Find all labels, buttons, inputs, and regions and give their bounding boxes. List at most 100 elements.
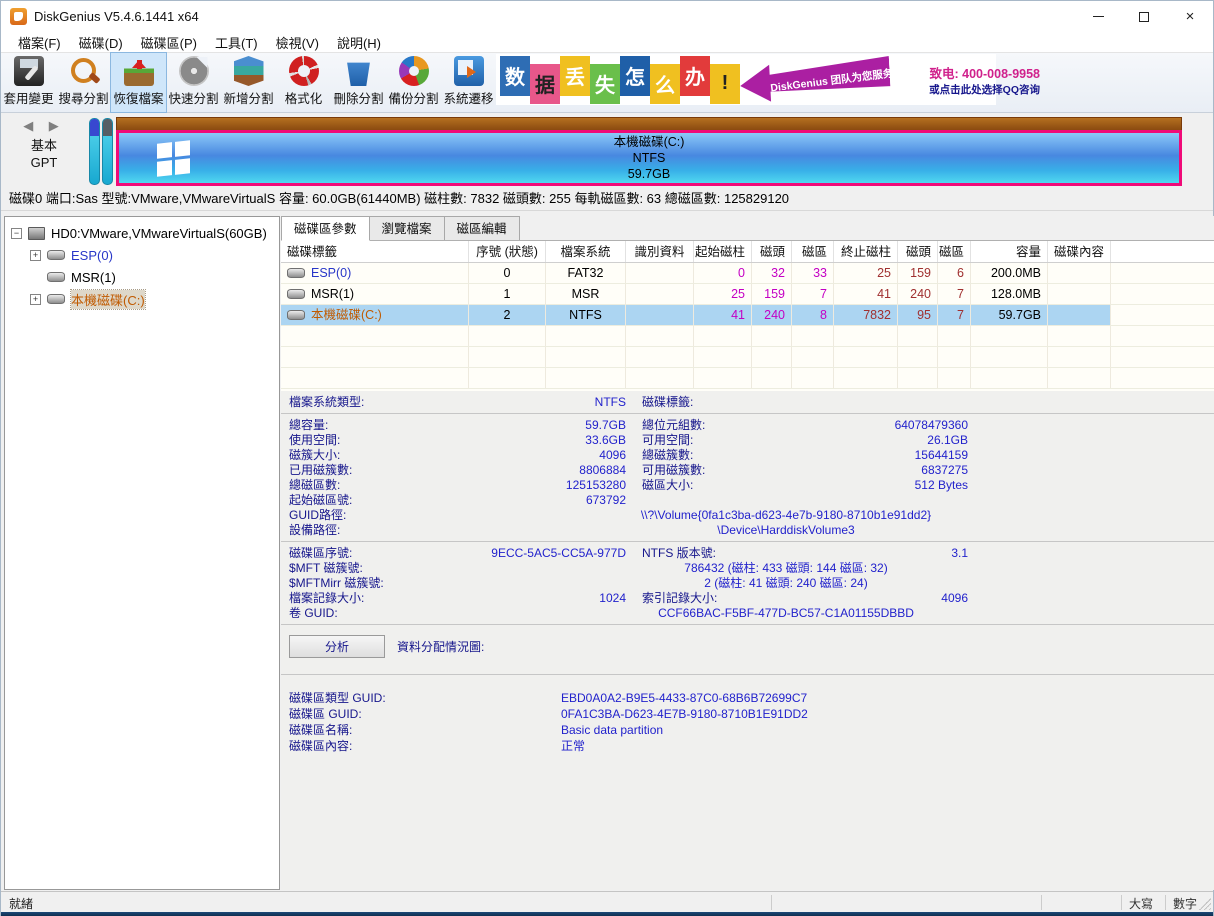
system-migrate-button[interactable]: 系統遷移 — [441, 53, 496, 112]
cell-sc: 25 — [694, 284, 752, 304]
detail-row: 總磁區數:125153280磁區大小:512 Bytes — [281, 478, 1214, 493]
empty-cell — [752, 368, 792, 388]
collapse-icon[interactable]: − — [11, 228, 22, 239]
format-button[interactable]: 格式化 — [276, 53, 331, 112]
empty-cell — [469, 368, 546, 388]
details-section-guid: 磁碟區類型 GUID:EBD0A0A2-B9E5-4433-87C0-68B6B… — [281, 675, 1214, 754]
cell-ec: 25 — [834, 263, 898, 283]
menu-item-3[interactable]: 工具(T) — [206, 31, 267, 54]
analyze-button[interactable]: 分析 — [289, 635, 385, 658]
new-partition-button[interactable]: 新增分割 — [221, 53, 276, 112]
recover-files-button[interactable]: 恢復檔案 — [111, 53, 166, 112]
partition-bar-c[interactable]: 本機磁碟(C:) NTFS 59.7GB — [116, 130, 1182, 186]
delete-partition-button[interactable]: 刪除分割 — [331, 53, 386, 112]
disk-strip[interactable] — [116, 117, 1182, 131]
detail-row: $MFT 磁簇號:786432 (磁柱: 433 磁頭: 144 磁區: 32) — [281, 561, 1214, 576]
menu-item-4[interactable]: 檢視(V) — [267, 31, 328, 54]
expand-icon[interactable]: + — [30, 294, 41, 305]
menu-item-0[interactable]: 檔案(F) — [9, 31, 70, 54]
tree-item-local-c[interactable]: +本機磁碟(C:) — [5, 288, 279, 310]
column-header[interactable]: 磁碟標籤 — [281, 241, 469, 262]
table-row-local-c[interactable]: 本機磁碟(C:)2NTFS412408783295759.7GB — [281, 305, 1214, 326]
detail-label: 磁碟區序號: — [281, 546, 451, 561]
ad-qq-link[interactable]: 或点击此处选择QQ咨询 — [890, 82, 1040, 97]
detail-row: 磁碟區名稱:Basic data partition — [281, 722, 1214, 738]
backup-partition-button[interactable]: 備份分割 — [386, 53, 441, 112]
empty-cell — [938, 326, 971, 346]
column-header[interactable]: 磁頭 — [752, 241, 792, 262]
disk-nav-arrows[interactable]: ◀ ▶ — [1, 118, 87, 134]
search-partition-button[interactable]: 搜尋分割 — [56, 53, 111, 112]
table-empty-row — [281, 368, 1214, 389]
details-section-capacity: 總容量:59.7GB總位元組數:64078479360使用空間:33.6GB可用… — [281, 414, 1214, 542]
detail-row: 檔案系統類型:NTFS磁碟標籤: — [281, 395, 1214, 410]
empty-cell — [281, 368, 469, 388]
tree-item-msr[interactable]: MSR(1) — [5, 266, 279, 288]
cell-sc: 41 — [694, 305, 752, 325]
tree-item-disk-hd0[interactable]: −HD0:VMware,VMwareVirtualS(60GB) — [5, 222, 279, 244]
disk-type-label: 基本 — [1, 137, 87, 154]
partition-fs: NTFS — [119, 150, 1179, 166]
empty-cell — [694, 368, 752, 388]
menu-item-5[interactable]: 說明(H) — [328, 31, 390, 54]
empty-cell — [281, 347, 469, 367]
toolbar-button-label: 備份分割 — [388, 88, 438, 107]
delete-partition-icon — [344, 56, 374, 86]
menu-item-1[interactable]: 磁碟(D) — [70, 31, 132, 54]
column-header[interactable]: 磁區 — [792, 241, 834, 262]
partition-capsule-esp[interactable] — [89, 118, 100, 185]
ad-contact[interactable]: 致电: 400-008-9958 或点击此处选择QQ咨询 — [890, 63, 1040, 97]
expand-icon[interactable]: + — [30, 250, 41, 261]
table-row-msr[interactable]: MSR(1)1MSR251597412407128.0MB — [281, 284, 1214, 305]
cell-content — [1048, 263, 1111, 283]
column-header[interactable]: 檔案系統 — [546, 241, 626, 262]
detail-value: 1024 — [451, 591, 626, 606]
tab-partition-params[interactable]: 磁碟區參數 — [281, 216, 370, 241]
format-icon — [289, 56, 319, 86]
tab-sector-edit[interactable]: 磁區編輯 — [445, 216, 520, 241]
partition-label: ESP(0) — [311, 263, 351, 283]
status-num-indicator: 數字 — [1173, 895, 1197, 912]
partition-capsule-msr[interactable] — [102, 118, 113, 185]
detail-label: 磁碟區類型 GUID: — [281, 690, 451, 706]
apply-changes-button[interactable]: 套用變更 — [1, 53, 56, 112]
resize-grip[interactable] — [1199, 898, 1211, 910]
detail-value: 4096 — [776, 591, 968, 606]
tree-item-esp[interactable]: +ESP(0) — [5, 244, 279, 266]
minimize-button[interactable] — [1075, 1, 1121, 32]
detail-label: 總容量: — [281, 418, 451, 433]
column-header[interactable]: 起始磁柱 — [694, 241, 752, 262]
column-header[interactable]: 磁碟內容 — [1048, 241, 1111, 262]
detail-label: 磁碟區名稱: — [281, 722, 451, 738]
bottom-strip — [1, 912, 1213, 916]
ad-banner[interactable]: 数据丢失怎么办! DiskGenius 团队为您服务 致电: 400-008-9… — [496, 54, 996, 105]
close-button[interactable]: × — [1167, 1, 1213, 32]
window-title: DiskGenius V5.4.6.1441 x64 — [34, 9, 199, 24]
column-header[interactable]: 序號 (狀態) — [469, 241, 546, 262]
cell-es: 7 — [938, 305, 971, 325]
column-header[interactable]: 識別資料 — [626, 241, 694, 262]
ad-arrow: DiskGenius 团队为您服务 — [740, 59, 890, 101]
detail-row: GUID路徑:\\?\Volume{0fa1c3ba-d623-4e7b-918… — [281, 508, 1214, 523]
table-row-esp[interactable]: ESP(0)0FAT3203233251596200.0MB — [281, 263, 1214, 284]
status-separator — [1041, 895, 1042, 910]
cell-serial: 1 — [469, 284, 546, 304]
column-header[interactable]: 磁頭 — [898, 241, 938, 262]
empty-cell — [281, 326, 469, 346]
maximize-button[interactable] — [1121, 1, 1167, 32]
detail-label: 可用磁簇數: — [626, 463, 776, 478]
column-header[interactable]: 終止磁柱 — [834, 241, 898, 262]
column-header[interactable]: 容量 — [971, 241, 1048, 262]
quick-partition-button[interactable]: 快速分割 — [166, 53, 221, 112]
disk-scheme-label: GPT — [1, 154, 87, 171]
details-section-fs: 檔案系統類型:NTFS磁碟標籤: — [281, 391, 1214, 414]
tab-browse-files[interactable]: 瀏覽檔案 — [370, 216, 445, 241]
toolbar-buttons: 套用變更搜尋分割恢復檔案快速分割新增分割格式化刪除分割備份分割系統遷移 — [1, 53, 496, 112]
ad-tile: 办 — [680, 56, 710, 96]
cell-es: 7 — [938, 284, 971, 304]
cell-label: 本機磁碟(C:) — [281, 305, 469, 325]
menu-item-2[interactable]: 磁碟區(P) — [132, 31, 206, 54]
detail-label: NTFS 版本號: — [626, 546, 776, 561]
cell-ss: 8 — [792, 305, 834, 325]
column-header[interactable]: 磁區 — [938, 241, 971, 262]
